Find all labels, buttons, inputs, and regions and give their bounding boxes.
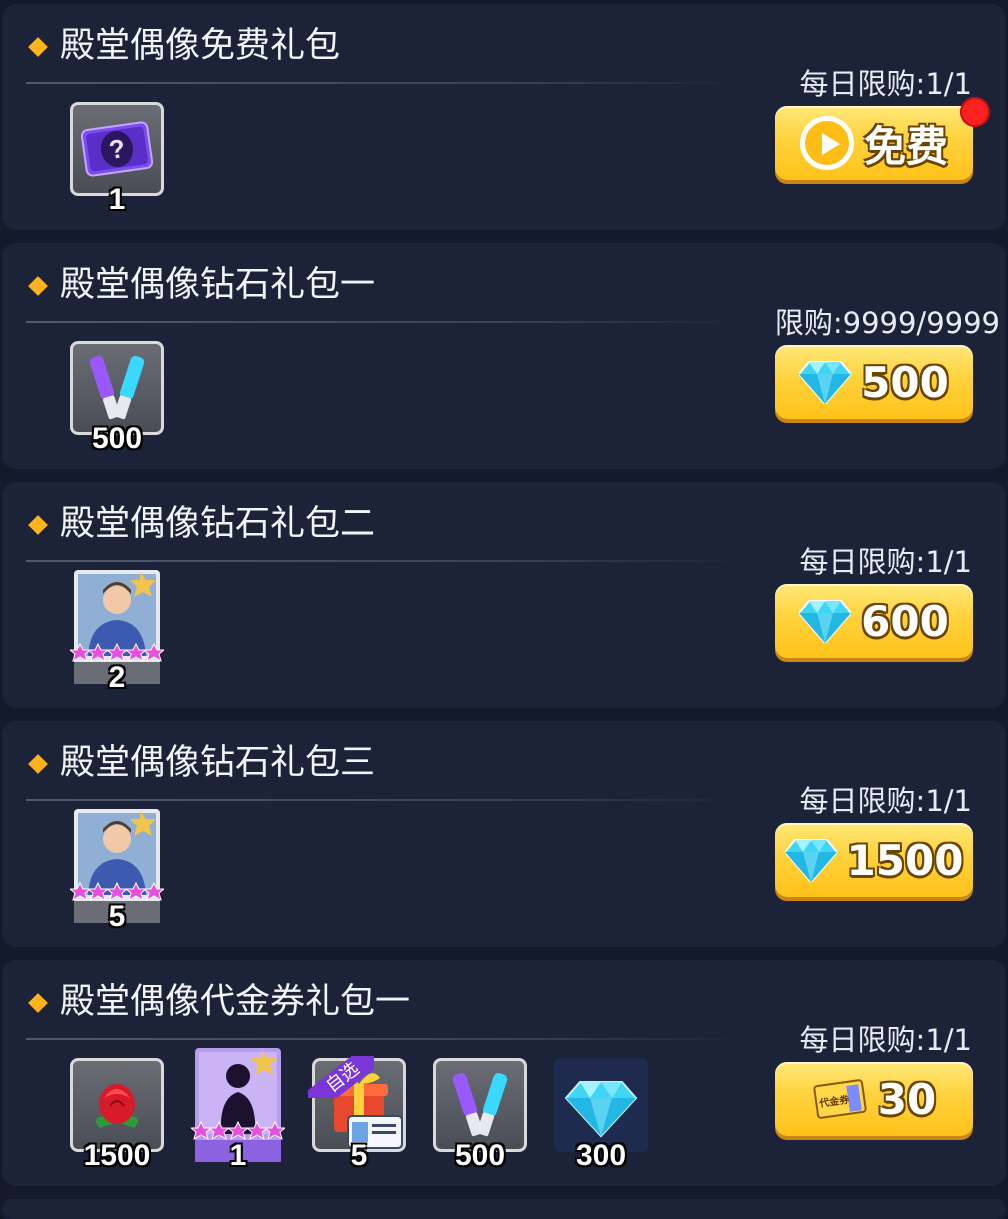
reward-item[interactable]: 5: [70, 809, 164, 933]
diamond-icon: [784, 839, 837, 882]
pack-title: 殿堂偶像免费礼包: [60, 26, 341, 66]
button-label: 30: [877, 1074, 937, 1124]
divider: [26, 321, 738, 323]
pack-title: 殿堂偶像钻石礼包二: [60, 504, 376, 544]
item-quantity: 1: [229, 1139, 247, 1172]
purchase-limit: 每日限购:1/1: [799, 1023, 972, 1057]
reward-item[interactable]: ? 1: [70, 102, 164, 216]
divider: [26, 1038, 738, 1040]
voucher-buy-button[interactable]: 代金券 30: [775, 1062, 973, 1136]
bullet-icon: [28, 754, 48, 774]
item-quantity: 2: [108, 661, 126, 694]
diamond-icon: [799, 600, 852, 643]
diamond-buy-button[interactable]: 600: [775, 584, 973, 658]
reward-item[interactable]: 300: [554, 1058, 648, 1172]
item-quantity: 500: [91, 422, 143, 455]
diamond-buy-button[interactable]: 500: [775, 345, 973, 419]
glow-stick-icon: [89, 356, 145, 420]
button-label: 1500: [846, 835, 964, 885]
divider: [26, 560, 738, 562]
self-select-tag: 自选: [308, 1056, 374, 1098]
button-label: 600: [861, 596, 949, 646]
purchase-limit: 每日限购:1/1: [799, 67, 972, 101]
item-quantity: 300: [575, 1139, 627, 1172]
button-label: 500: [861, 357, 949, 407]
bullet-icon: [28, 515, 48, 535]
diamond-buy-button[interactable]: 1500: [775, 823, 973, 897]
free-claim-button[interactable]: 免费: [775, 106, 973, 180]
reward-item[interactable]: 500: [70, 341, 164, 455]
item-quantity: 1: [108, 183, 126, 216]
item-quantity: 5: [108, 900, 126, 933]
reward-item[interactable]: 500: [433, 1058, 527, 1172]
pack-title: 殿堂偶像钻石礼包三: [60, 743, 376, 783]
rose-icon: [95, 1084, 139, 1128]
purchase-limit: 限购:9999/9999: [774, 306, 1000, 340]
bullet-icon: [28, 993, 48, 1013]
item-quantity: 5: [350, 1139, 368, 1172]
pack-card: 殿堂偶像钻石礼包二 每日限购:1/1 600 2: [2, 482, 1006, 708]
voucher-icon: 代金券: [813, 1079, 867, 1119]
pack-card-partial: [2, 1199, 1006, 1219]
diamond-icon: [554, 1058, 648, 1152]
notification-dot: [960, 97, 990, 127]
bullet-icon: [28, 276, 48, 296]
bullet-icon: [28, 37, 48, 57]
button-label: 免费: [863, 121, 948, 171]
mystery-card-icon: ?: [80, 121, 154, 177]
pack-card: 殿堂偶像代金券礼包一 每日限购:1/1 代金券 30 1500 1 自选 5 5…: [2, 960, 1006, 1186]
reward-item[interactable]: 2: [70, 570, 164, 694]
divider: [26, 82, 738, 84]
pack-card: 殿堂偶像免费礼包 每日限购:1/1 免费 ? 1: [2, 4, 1006, 230]
divider: [26, 799, 738, 801]
reward-item[interactable]: 自选 5: [308, 1056, 406, 1172]
purchase-limit: 每日限购:1/1: [799, 545, 972, 579]
diamond-icon: [799, 361, 852, 404]
glow-stick-icon: [452, 1073, 508, 1137]
reward-item[interactable]: 1: [191, 1048, 285, 1172]
purchase-limit: 每日限购:1/1: [799, 784, 972, 818]
pack-card: 殿堂偶像钻石礼包三 每日限购:1/1 1500 5: [2, 721, 1006, 947]
item-quantity: 1500: [83, 1139, 151, 1172]
pack-card: 殿堂偶像钻石礼包一 限购:9999/9999 500 500: [2, 243, 1006, 469]
reward-item[interactable]: 1500: [70, 1058, 164, 1172]
pack-title: 殿堂偶像代金券礼包一: [60, 982, 411, 1022]
pack-title: 殿堂偶像钻石礼包一: [60, 265, 376, 305]
item-quantity: 500: [454, 1139, 506, 1172]
self-select-tag-label: 自选: [308, 1056, 374, 1098]
play-icon: [799, 116, 854, 170]
